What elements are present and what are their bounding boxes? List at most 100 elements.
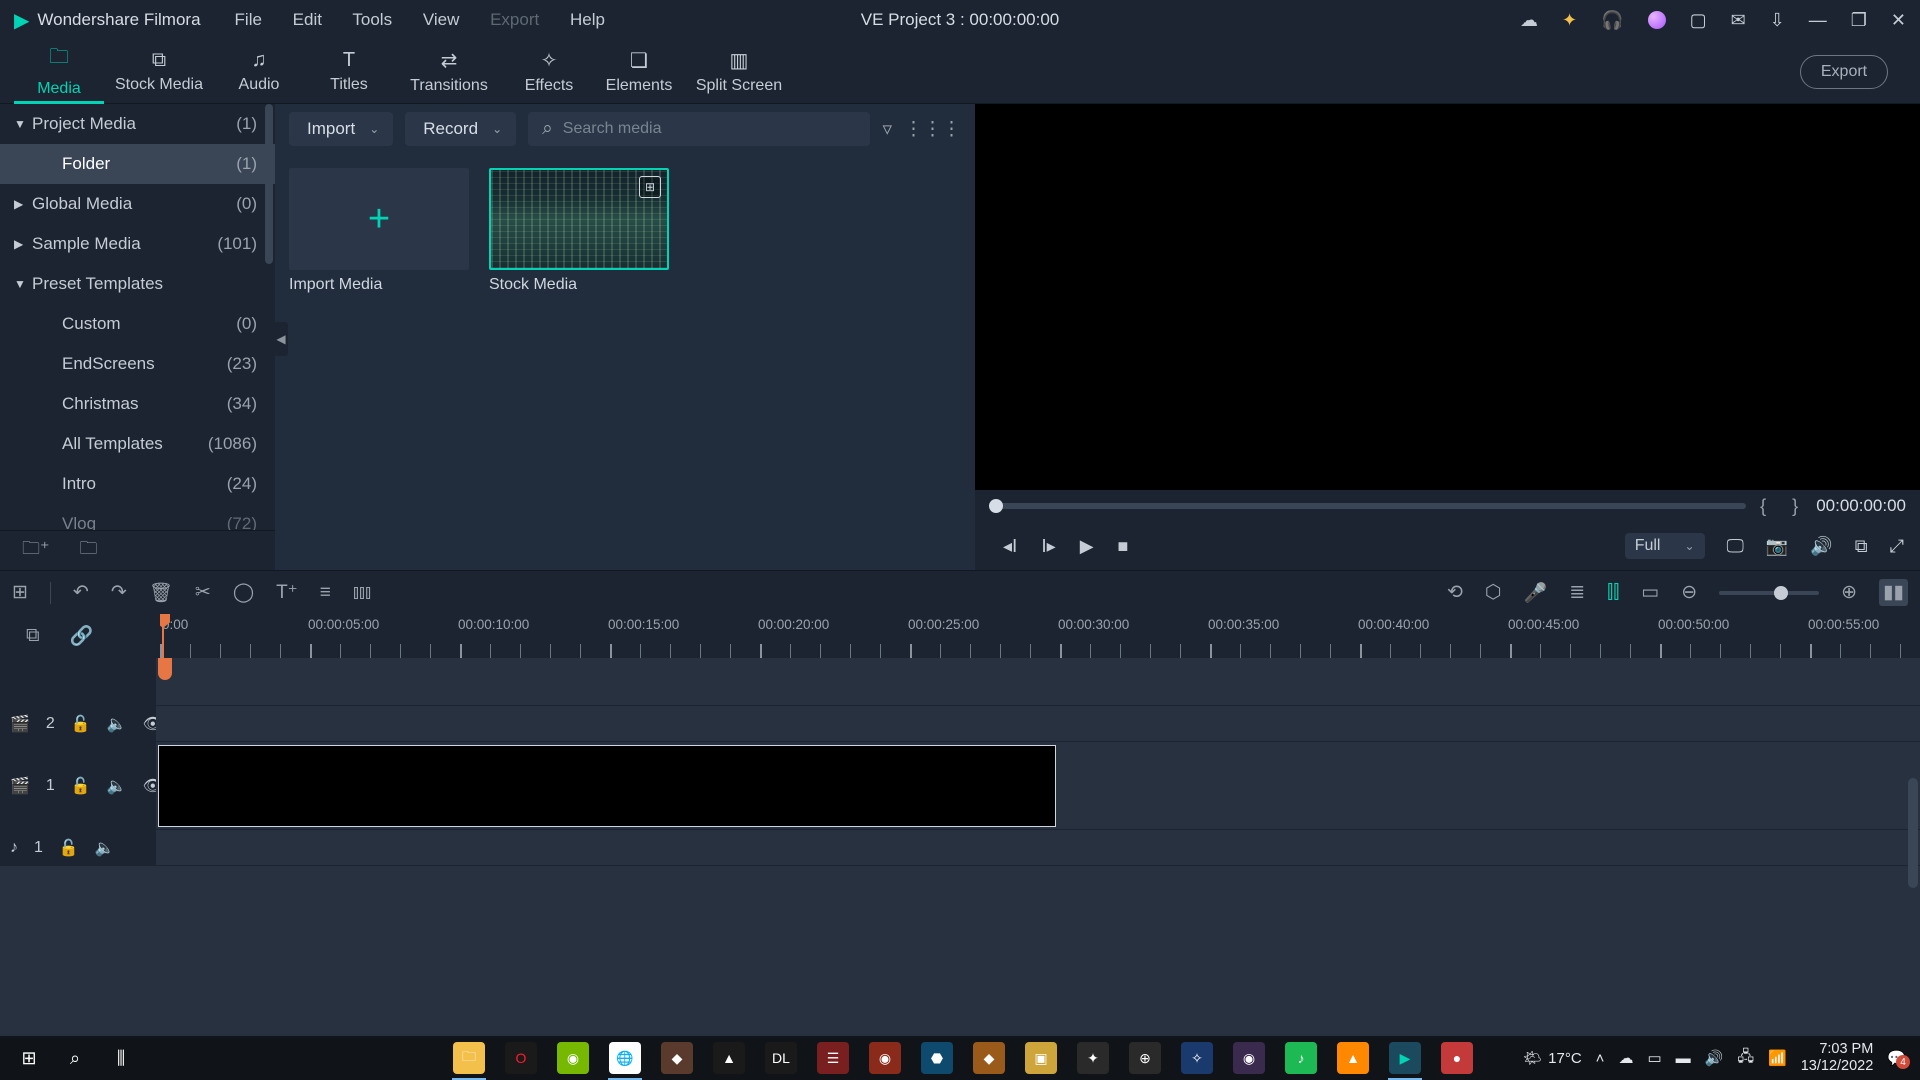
clock[interactable]: 7:03 PM 13/12/2022	[1801, 1041, 1874, 1074]
tab-effects[interactable]: ✧ Effects	[504, 40, 594, 104]
network-icon[interactable]: 🖧	[1737, 1046, 1754, 1071]
playhead[interactable]	[162, 614, 164, 658]
crop-button[interactable]: ◯	[233, 581, 254, 604]
sidebar-item-project-media[interactable]: ▼ Project Media (1)	[0, 104, 275, 144]
stop-button[interactable]: ■	[1118, 536, 1129, 557]
sidebar-item-folder[interactable]: Folder (1)	[0, 144, 275, 184]
taskbar-app-chrome[interactable]: 🌐	[600, 1036, 650, 1080]
import-thumbnail[interactable]: +	[289, 168, 469, 270]
sidebar-item-christmas[interactable]: Christmas (34)	[0, 384, 275, 424]
taskbar-app-opera[interactable]: O	[496, 1036, 546, 1080]
popout-icon[interactable]: ⧉	[1855, 536, 1868, 557]
mark-out-icon[interactable]: }	[1792, 496, 1798, 517]
undo-button[interactable]: ↶	[73, 581, 89, 604]
sidebar-item-global-media[interactable]: ▶ Global Media (0)	[0, 184, 275, 224]
audio-button[interactable]: ⫾⫾⫾	[353, 582, 371, 604]
taskbar-app[interactable]: ✦	[1068, 1036, 1118, 1080]
tab-transitions[interactable]: ⇄ Transitions	[394, 40, 504, 104]
taskbar-app-vlc[interactable]: ▲	[1328, 1036, 1378, 1080]
mark-in-icon[interactable]: {	[1760, 496, 1778, 517]
link-icon[interactable]: 🔗	[70, 624, 94, 648]
minimize-button[interactable]: —	[1809, 10, 1827, 31]
wifi-icon[interactable]: 📶	[1768, 1049, 1787, 1067]
sidebar-item-sample-media[interactable]: ▶ Sample Media (101)	[0, 224, 275, 264]
tab-elements[interactable]: ❏ Elements	[594, 40, 684, 104]
cut-button[interactable]: ✂	[195, 581, 211, 604]
mic-icon[interactable]: ⇩	[1770, 10, 1785, 31]
zoom-fit-button[interactable]: ▮▮	[1879, 579, 1908, 606]
timeline-ruler[interactable]: 0:00 00:00:05:00 00:00:10:00 00:00:15:00…	[160, 614, 1920, 658]
track-body[interactable]	[156, 742, 1920, 829]
import-dropdown[interactable]: Import ⌄	[289, 112, 393, 146]
task-view-button[interactable]: ⫼	[98, 1048, 144, 1069]
timeline-marker[interactable]	[158, 658, 172, 680]
sidebar-item-vlog[interactable]: Vlog (72)	[0, 504, 275, 530]
display-icon[interactable]: 🖵	[1727, 536, 1744, 557]
weather-widget[interactable]: 🌤 17°C	[1523, 1049, 1582, 1067]
scrub-handle[interactable]	[989, 499, 1003, 513]
taskbar-app-spotify[interactable]: ♪	[1276, 1036, 1326, 1080]
tray-icon[interactable]: ▭	[1647, 1049, 1661, 1067]
play-button[interactable]: ▶	[1080, 536, 1094, 557]
zoom-out-button[interactable]: ⊖	[1681, 581, 1697, 604]
search-box[interactable]: ⌕	[528, 112, 870, 146]
sidebar-item-intro[interactable]: Intro (24)	[0, 464, 275, 504]
taskbar-app[interactable]: ◆	[964, 1036, 1014, 1080]
taskbar-app-nvidia[interactable]: ◉	[548, 1036, 598, 1080]
scrollbar-thumb[interactable]	[1908, 778, 1918, 888]
filter-icon[interactable]: ▿	[882, 118, 892, 141]
layout-icon[interactable]: ⊞	[12, 581, 28, 604]
menu-edit[interactable]: Edit	[293, 10, 322, 29]
text-button[interactable]: T⁺	[276, 581, 298, 604]
lock-icon[interactable]: 🔓	[71, 776, 91, 796]
tab-stock-media[interactable]: ⧉ Stock Media	[104, 40, 214, 104]
taskbar-app[interactable]: ⬣	[912, 1036, 962, 1080]
export-button[interactable]: Export	[1800, 55, 1888, 89]
mute-icon[interactable]: 🔈	[107, 776, 127, 796]
onedrive-icon[interactable]: ☁	[1618, 1049, 1633, 1067]
play-back-button[interactable]: Ⅰ▸	[1041, 536, 1055, 557]
zoom-in-button[interactable]: ⊕	[1841, 581, 1857, 604]
render-icon[interactable]: ⟲	[1447, 581, 1463, 604]
step-back-button[interactable]: ◂Ⅰ	[1003, 536, 1017, 557]
taskbar-app[interactable]: ◉	[1224, 1036, 1274, 1080]
sidebar-item-all-templates[interactable]: All Templates (1086)	[0, 424, 275, 464]
scrub-track[interactable]	[989, 503, 1746, 509]
redo-button[interactable]: ↷	[111, 581, 127, 604]
marker-icon[interactable]: ⫿⫿	[1607, 582, 1619, 604]
taskbar-app[interactable]: ▣	[1016, 1036, 1066, 1080]
menu-file[interactable]: File	[235, 10, 262, 29]
tracks-scrollbar[interactable]	[1908, 658, 1918, 1080]
track-body[interactable]	[156, 706, 1920, 741]
support-icon[interactable]: 🎧	[1601, 10, 1623, 31]
menu-view[interactable]: View	[423, 10, 460, 29]
taskbar-app[interactable]: ◆	[652, 1036, 702, 1080]
lock-icon[interactable]: 🔓	[71, 714, 91, 734]
ratio-icon[interactable]: ▭	[1641, 581, 1659, 604]
stock-thumbnail[interactable]: ⊞	[489, 168, 669, 270]
save-icon[interactable]: ▢	[1690, 10, 1707, 31]
mail-icon[interactable]: ✉	[1731, 10, 1746, 31]
record-dropdown[interactable]: Record ⌄	[405, 112, 516, 146]
search-input[interactable]	[563, 120, 857, 138]
new-folder-icon[interactable]: 🗀⁺	[22, 536, 50, 566]
taskbar-app[interactable]: ✧	[1172, 1036, 1222, 1080]
scrollbar-thumb[interactable]	[265, 104, 273, 264]
menu-tools[interactable]: Tools	[352, 10, 392, 29]
sidebar-item-preset-templates[interactable]: ▼ Preset Templates	[0, 264, 275, 304]
timeline-clip[interactable]	[158, 745, 1056, 827]
track-body[interactable]	[156, 658, 1920, 705]
close-button[interactable]: ✕	[1891, 10, 1906, 31]
preview-canvas[interactable]	[975, 104, 1920, 490]
mute-icon[interactable]: 🔈	[95, 838, 115, 858]
taskbar-app[interactable]: ☰	[808, 1036, 858, 1080]
start-button[interactable]: ⊞	[6, 1048, 52, 1069]
taskbar-app-explorer[interactable]: 🗀	[444, 1036, 494, 1080]
zoom-knob[interactable]	[1774, 586, 1788, 600]
notifications-button[interactable]: 💬 4	[1887, 1049, 1906, 1067]
track-options-icon[interactable]: ⧉	[26, 625, 40, 647]
taskbar-app[interactable]: ●	[1432, 1036, 1482, 1080]
shield-icon[interactable]: ⬡	[1485, 581, 1502, 604]
open-folder-icon[interactable]: 🗀	[80, 536, 98, 566]
zoom-slider[interactable]	[1719, 591, 1819, 595]
